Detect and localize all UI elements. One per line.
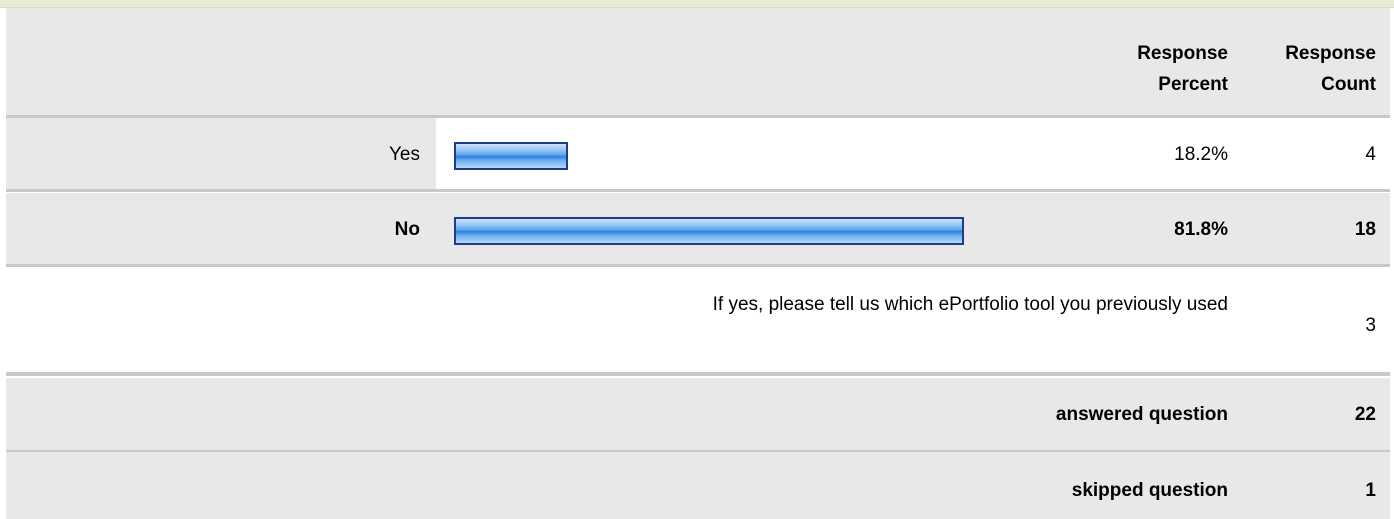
- response-count-value: 18: [1354, 219, 1376, 240]
- answer-label-cell: No: [6, 193, 436, 264]
- skipped-question-row: skipped question 1: [6, 452, 1390, 519]
- answer-label-cell: Yes: [6, 118, 436, 189]
- answer-label: No: [394, 219, 420, 240]
- other-responses-count: 3: [1365, 315, 1376, 336]
- percent-bar-track: [436, 193, 1390, 264]
- skipped-question-value: 1: [1365, 480, 1376, 501]
- response-count-value: 4: [1365, 144, 1376, 165]
- answered-question-row: answered question 22: [6, 378, 1390, 452]
- answer-row-yes: Yes 18.2% 4: [6, 118, 1390, 192]
- header-response-percent: Response Percent: [1137, 43, 1228, 95]
- top-accent-strip: [0, 0, 1394, 8]
- header-response-count: Response Count: [1285, 43, 1376, 95]
- response-percent-value: 18.2%: [1174, 144, 1228, 165]
- other-responses-prompt: If yes, please tell us which ePortfolio …: [712, 294, 1228, 315]
- skipped-question-label: skipped question: [1071, 480, 1228, 501]
- answered-question-label: answered question: [1055, 404, 1228, 425]
- answer-label: Yes: [389, 144, 420, 165]
- percent-bar: [454, 142, 568, 170]
- results-header: Response Percent Response Count: [6, 8, 1390, 118]
- percent-bar-track: [436, 118, 1390, 189]
- response-percent-value: 81.8%: [1174, 219, 1228, 240]
- answer-row-no: No 81.8% 18: [6, 193, 1390, 267]
- percent-bar: [454, 217, 964, 245]
- answered-question-value: 22: [1354, 404, 1376, 425]
- other-responses-row: If yes, please tell us which ePortfolio …: [6, 268, 1390, 376]
